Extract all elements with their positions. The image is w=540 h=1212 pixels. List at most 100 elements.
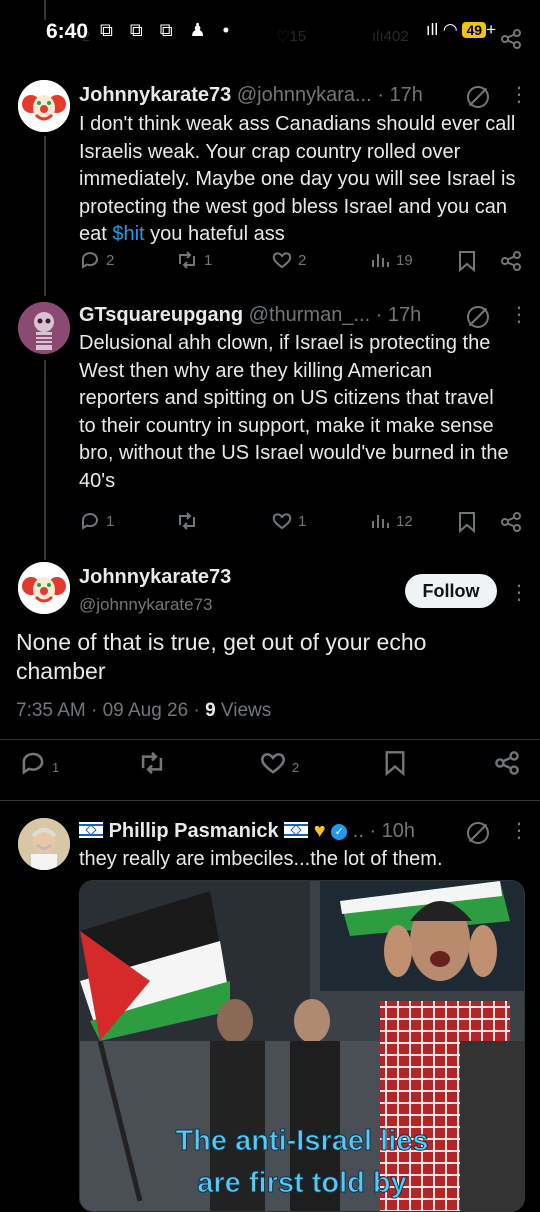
bookmark-icon[interactable] bbox=[458, 511, 476, 533]
like-count-icon: ♡ 15 bbox=[276, 28, 307, 46]
views-count-icon: ılı 402 bbox=[372, 28, 409, 45]
views-button[interactable]: 12 bbox=[370, 511, 413, 531]
reply-button[interactable]: 2 bbox=[80, 250, 114, 270]
reply-count: 1 bbox=[52, 759, 60, 775]
timestamp[interactable]: · 10h bbox=[369, 820, 415, 842]
clown-avatar-icon bbox=[18, 80, 70, 132]
share-icon[interactable] bbox=[500, 28, 522, 50]
views-button[interactable]: 19 bbox=[370, 250, 413, 270]
like-button[interactable]: 2 bbox=[272, 250, 306, 270]
thread-line bbox=[44, 136, 46, 296]
views-icon bbox=[372, 254, 389, 267]
grok-icon[interactable] bbox=[467, 822, 489, 844]
timestamp[interactable]: 7:35 AM · 09 Aug 26 · bbox=[16, 700, 205, 721]
more-icon[interactable]: ⋮ bbox=[509, 82, 529, 107]
share-icon[interactable] bbox=[500, 511, 522, 533]
protest-photo bbox=[80, 881, 524, 1211]
grok-icon[interactable] bbox=[467, 306, 489, 328]
heart-icon bbox=[261, 753, 285, 774]
signal-icon: ıll bbox=[425, 20, 439, 39]
repost-button[interactable]: 1 bbox=[176, 250, 212, 270]
status-bar: 2 ♡ 15 ılı 402 6:40 ⧉ ⧉ ⧉ ♟ • ıll ◠ 49 + bbox=[0, 0, 540, 66]
repost-button[interactable] bbox=[176, 511, 204, 531]
tweet-text-part: you hateful ass bbox=[144, 223, 285, 245]
avatar[interactable] bbox=[18, 80, 70, 132]
tweet-meta: 7:35 AM · 09 Aug 26 · 9 Views bbox=[16, 700, 271, 722]
more-icon[interactable]: ⋮ bbox=[509, 818, 529, 843]
heart-icon bbox=[272, 252, 292, 269]
display-name[interactable]: Phillip Pasmanick bbox=[109, 820, 279, 842]
views-count: 12 bbox=[396, 512, 413, 530]
grok-icon[interactable] bbox=[467, 86, 489, 108]
share-icon[interactable] bbox=[494, 750, 520, 776]
bookmark-icon[interactable] bbox=[384, 750, 406, 776]
image-overlay-line: The anti-Israel lies bbox=[175, 1125, 429, 1158]
heart-icon bbox=[272, 513, 292, 530]
reply-button[interactable]: 1 bbox=[80, 511, 114, 531]
skeleton-avatar-icon bbox=[18, 302, 70, 354]
repost-icon bbox=[179, 251, 195, 269]
israel-flag-icon bbox=[284, 822, 309, 838]
system-icons: ıll ◠ 49 + bbox=[426, 20, 496, 40]
avatar[interactable] bbox=[18, 818, 70, 870]
tweet-author[interactable]: Johnnykarate73 @johnnykara... · 17h bbox=[79, 84, 423, 107]
charging-icon: + bbox=[486, 20, 496, 39]
display-name[interactable]: GTsquareupgang bbox=[79, 304, 243, 326]
israel-flag-icon bbox=[79, 822, 103, 838]
share-icon[interactable] bbox=[500, 250, 522, 272]
like-button[interactable]: 2 bbox=[260, 750, 299, 776]
thread-line bbox=[44, 360, 46, 560]
battery-icon: 49 bbox=[462, 22, 487, 38]
reply-icon bbox=[82, 252, 98, 269]
like-count: 1 bbox=[298, 512, 307, 530]
like-count: 2 bbox=[298, 251, 307, 269]
tweet-text: None of that is true, get out of your ec… bbox=[16, 629, 427, 684]
tweet-text: I don't think weak ass Canadians should … bbox=[79, 111, 524, 249]
reply-count: 2 bbox=[106, 251, 115, 269]
tweet-image[interactable]: The anti-Israel lies are first told by bbox=[79, 880, 525, 1212]
divider bbox=[0, 800, 540, 801]
views-icon bbox=[372, 515, 389, 528]
like-button[interactable]: 1 bbox=[272, 511, 306, 531]
image-overlay-line: are first told by bbox=[197, 1167, 408, 1200]
verified-badge-icon: ✓ bbox=[331, 824, 348, 840]
more-icon[interactable]: ⋮ bbox=[509, 580, 529, 605]
follow-button[interactable]: Follow bbox=[405, 574, 497, 608]
display-name[interactable]: Johnnykarate73 bbox=[79, 84, 231, 106]
notification-icons: ⧉ ⧉ ⧉ ♟ • bbox=[100, 20, 235, 40]
reply-count: 1 bbox=[106, 512, 115, 530]
clown-avatar-icon bbox=[18, 562, 70, 614]
like-count: 2 bbox=[292, 759, 300, 775]
cashtag-link[interactable]: $hit bbox=[112, 223, 144, 245]
tweet-text: Delusional ahh clown, if Israel is prote… bbox=[79, 332, 509, 492]
avatar[interactable] bbox=[18, 302, 70, 354]
tweet-author[interactable]: GTsquareupgang @thurman_... · 17h bbox=[79, 304, 421, 327]
like-count: 15 bbox=[289, 28, 307, 45]
views-label: Views bbox=[215, 700, 272, 721]
divider bbox=[0, 739, 540, 740]
timestamp[interactable]: · 17h bbox=[376, 304, 422, 326]
display-name[interactable]: Johnnykarate73 bbox=[79, 566, 231, 589]
views-count: 402 bbox=[383, 28, 409, 45]
yellow-heart-icon: ♥ bbox=[313, 820, 326, 842]
tweet-text: they really are imbeciles...the lot of t… bbox=[79, 848, 443, 870]
repost-icon bbox=[179, 512, 195, 530]
reply-icon bbox=[22, 752, 44, 775]
more-icon[interactable]: ⋮ bbox=[509, 302, 529, 327]
reply-button[interactable]: 1 bbox=[20, 750, 59, 776]
handle[interactable]: @thurman_... bbox=[249, 304, 370, 326]
wifi-icon: ◠ bbox=[442, 20, 458, 39]
views-count: 19 bbox=[396, 251, 413, 269]
repost-button[interactable] bbox=[138, 750, 166, 776]
thread-line bbox=[44, 0, 46, 20]
clock: 6:40 bbox=[46, 20, 89, 43]
profile-photo-icon bbox=[18, 818, 70, 870]
handle[interactable]: .. bbox=[353, 820, 364, 842]
avatar[interactable] bbox=[18, 562, 70, 614]
timestamp[interactable]: · 17h bbox=[377, 84, 423, 106]
handle[interactable]: @johnnykara... bbox=[237, 84, 372, 106]
handle[interactable]: @johnnykarate73 bbox=[79, 595, 213, 615]
views-count: 9 bbox=[205, 700, 216, 721]
bookmark-icon[interactable] bbox=[458, 250, 476, 272]
tweet-author[interactable]: Phillip Pasmanick ♥ ✓ .. · 10h bbox=[79, 820, 415, 843]
